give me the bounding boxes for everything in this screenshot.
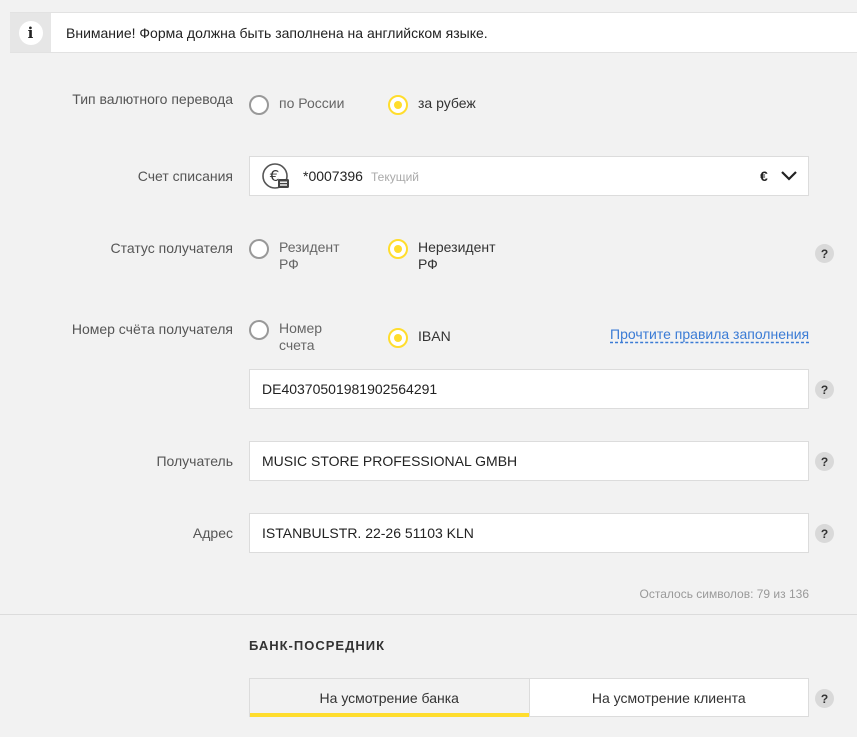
address-input[interactable] [250, 514, 808, 552]
radio-label: Резидент РФ [279, 239, 340, 272]
radio-status-nonresident[interactable]: Нерезидент РФ [388, 239, 496, 273]
toggle-bank-discretion[interactable]: На усмотрение банка [250, 679, 529, 717]
toggle-client-discretion[interactable]: На усмотрение клиента [528, 679, 809, 716]
address-char-counter: Осталось символов: 79 из 136 [639, 587, 809, 601]
radio-label: Нерезидент РФ [418, 239, 496, 272]
address-label: Адрес [192, 525, 233, 541]
help-status-icon[interactable]: ? [815, 244, 834, 263]
account-currency: € [760, 168, 768, 184]
intermediary-bank-title: БАНК-ПОСРЕДНИК [249, 638, 386, 653]
recipient-account-label: Номер счёта получателя [71, 321, 233, 337]
debit-account-select[interactable]: € *0007396 Текущий € [249, 156, 809, 196]
transfer-type-label: Тип валютного перевода [72, 91, 233, 107]
radio-label: за рубеж [418, 95, 476, 111]
radio-checked-icon [388, 328, 408, 348]
section-divider [0, 614, 857, 615]
radio-circle-icon [249, 320, 269, 340]
account-number: *0007396 [303, 168, 363, 184]
radio-checked-icon [388, 239, 408, 259]
notice-icon-box: i [10, 13, 51, 52]
radio-label: IBAN [418, 328, 451, 344]
radio-account-number[interactable]: Номер счета [249, 320, 322, 354]
radio-status-resident[interactable]: Резидент РФ [249, 239, 340, 273]
info-icon: i [18, 20, 43, 45]
help-iban-icon[interactable]: ? [815, 380, 834, 399]
intermediary-bank-toggle: На усмотрение банка На усмотрение клиент… [249, 678, 809, 717]
radio-account-iban[interactable]: IBAN [388, 328, 451, 348]
recipient-label: Получатель [156, 453, 233, 469]
help-recipient-icon[interactable]: ? [815, 452, 834, 471]
account-type: Текущий [371, 170, 419, 184]
iban-field[interactable] [249, 369, 809, 409]
iban-input[interactable] [250, 370, 808, 408]
radio-label: Номер счета [279, 320, 323, 353]
notice-banner: i Внимание! Форма должна быть заполнена … [10, 12, 857, 53]
rules-link[interactable]: Прочтите правила заполнения [610, 326, 809, 342]
help-address-icon[interactable]: ? [815, 524, 834, 543]
chevron-down-icon[interactable] [780, 169, 798, 183]
svg-text:€: € [270, 167, 280, 185]
radio-circle-icon [249, 95, 269, 115]
debit-account-label: Счет списания [137, 168, 233, 184]
recipient-field[interactable] [249, 441, 809, 481]
radio-circle-icon [249, 239, 269, 259]
euro-card-icon: € [262, 163, 289, 189]
help-intermediary-icon[interactable]: ? [815, 689, 834, 708]
radio-transfer-russia[interactable]: по России [249, 95, 344, 115]
notice-text: Внимание! Форма должна быть заполнена на… [66, 25, 488, 41]
address-field[interactable] [249, 513, 809, 553]
radio-checked-icon [388, 95, 408, 115]
recipient-status-label: Статус получателя [110, 240, 233, 256]
recipient-input[interactable] [250, 442, 808, 480]
radio-transfer-abroad[interactable]: за рубеж [388, 95, 476, 115]
radio-label: по России [279, 95, 345, 111]
